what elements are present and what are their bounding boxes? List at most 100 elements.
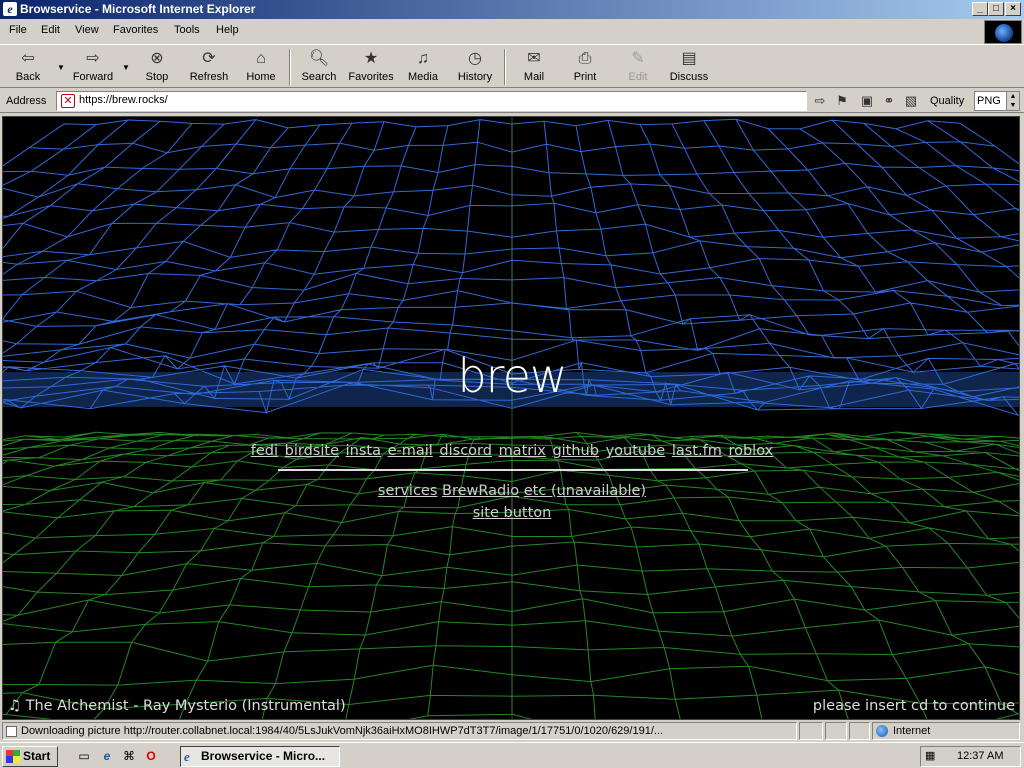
minimize-button[interactable]: _: [972, 2, 988, 16]
media-button[interactable]: ♫ Media: [406, 47, 440, 87]
start-label: Start: [23, 749, 51, 763]
quicklaunch-network-icon[interactable]: ⌘: [121, 748, 137, 764]
task-browservice[interactable]: e Browservice - Micro...: [180, 746, 340, 767]
discuss-button[interactable]: ▤ Discuss: [669, 47, 709, 87]
link-youtube[interactable]: youtube: [606, 443, 666, 459]
favorites-folder-icon: ★: [363, 50, 379, 67]
maximize-button[interactable]: □: [988, 2, 1004, 16]
link-discord[interactable]: discord: [439, 443, 492, 459]
menu-file[interactable]: File: [9, 24, 27, 36]
link-insta[interactable]: insta: [346, 443, 381, 459]
taskbar: Start ▭ e ⌘ O e Browservice - Micro... ▦…: [0, 742, 1024, 768]
link-birdsite[interactable]: birdsite: [285, 443, 339, 459]
menu-favorites[interactable]: Favorites: [113, 24, 158, 36]
search-icon: 🔍︎: [308, 50, 330, 67]
mail-icon: ✉: [527, 50, 541, 67]
link-brewradio[interactable]: BrewRadio: [442, 483, 519, 499]
window-title: Browservice - Microsoft Internet Explore…: [20, 2, 256, 16]
bookmark-icon[interactable]: ⚑: [833, 93, 851, 109]
spinner-icon[interactable]: ▲ ▼: [1006, 92, 1019, 110]
toolbar-separator: [504, 49, 506, 85]
link-fedi[interactable]: fedi: [251, 443, 278, 459]
address-url: https://brew.rocks/: [79, 94, 168, 106]
link-roblox[interactable]: roblox: [728, 443, 773, 459]
status-bar: Downloading picture http://router.collab…: [0, 721, 1024, 741]
menu-edit[interactable]: Edit: [41, 24, 60, 36]
quicklaunch-desktop-icon[interactable]: ▭: [76, 748, 92, 764]
link-site-button[interactable]: site button: [473, 505, 552, 521]
address-input[interactable]: ✕ https://brew.rocks/: [56, 91, 807, 111]
forward-arrow-icon: ⇨: [86, 50, 100, 67]
close-button[interactable]: ×: [1005, 2, 1021, 16]
quality-select[interactable]: PNG ▲ ▼: [974, 91, 1020, 111]
search-button[interactable]: 🔍︎ Search: [300, 47, 338, 87]
ie-throbber-logo: [984, 20, 1022, 44]
ie-icon: e: [3, 2, 17, 16]
status-cell: [849, 722, 870, 740]
stop-icon: ⊗: [150, 50, 164, 67]
zone-label: Internet: [893, 725, 931, 737]
clock: 12:37 AM: [957, 750, 1004, 762]
history-button[interactable]: ◷ History: [456, 47, 494, 87]
back-dropdown-icon[interactable]: ▼: [57, 63, 65, 72]
address-label: Address: [6, 95, 47, 107]
edit-button[interactable]: ✎ Edit: [623, 47, 653, 87]
menu-view[interactable]: View: [75, 24, 99, 36]
now-playing-text: The Alchemist - Ray Mysterio (Instrument…: [25, 698, 346, 714]
security-zone: Internet: [872, 722, 1020, 740]
music-note-icon: ♫: [8, 698, 21, 714]
forward-button[interactable]: ⇨ Forward: [70, 47, 116, 87]
divider: [278, 469, 748, 471]
favorites-button[interactable]: ★ Favorites: [346, 47, 396, 87]
mail-button[interactable]: ✉ Mail: [516, 47, 552, 87]
globe-icon: [995, 24, 1013, 42]
link-services[interactable]: services: [378, 483, 438, 499]
link-etc[interactable]: etc (unavailable): [524, 483, 646, 499]
page-favicon-icon: ✕: [61, 94, 75, 108]
print-button[interactable]: ⎙ Print: [570, 47, 600, 87]
home-icon: ⌂: [256, 50, 266, 67]
page-icon[interactable]: ▣: [858, 93, 876, 109]
internet-globe-icon: [876, 725, 888, 737]
windows-logo-icon: [6, 750, 20, 763]
find-icon[interactable]: ⚭: [880, 93, 898, 109]
insert-cd-text: please insert cd to continue: [812, 698, 1015, 714]
quicklaunch-opera-icon[interactable]: O: [143, 748, 159, 764]
wireframe-landscape: [3, 117, 1019, 719]
standard-toolbar: ⇦ Back ▼ ⇨ Forward ▼ ⊗ Stop ⟳ Refresh ⌂ Home …: [0, 44, 1024, 88]
now-playing: ♫ The Alchemist - Ray Mysterio (Instrume…: [8, 698, 346, 714]
link-github[interactable]: github: [552, 443, 599, 459]
social-links: fedi birdsite insta e-mail discord matri…: [3, 443, 1019, 459]
ie-icon: e: [184, 749, 190, 764]
stop-button[interactable]: ⊗ Stop: [142, 47, 172, 87]
menu-bar: File Edit View Favorites Tools Help: [0, 21, 980, 41]
refresh-button[interactable]: ⟳ Refresh: [188, 47, 230, 87]
home-button[interactable]: ⌂ Home: [244, 47, 278, 87]
status-text: Downloading picture http://router.collab…: [21, 725, 664, 737]
history-icon: ◷: [468, 50, 482, 67]
edit-icon: ✎: [631, 50, 645, 67]
forward-dropdown-icon[interactable]: ▼: [122, 63, 130, 72]
start-button[interactable]: Start: [2, 746, 58, 767]
link-lastfm[interactable]: last.fm: [672, 443, 722, 459]
title-bar: e Browservice - Microsoft Internet Explo…: [0, 0, 1024, 19]
status-cell: [799, 722, 823, 740]
page-viewport: brew fedi birdsite insta e-mail discord …: [2, 116, 1020, 720]
status-message: Downloading picture http://router.collab…: [2, 722, 797, 740]
menu-help[interactable]: Help: [216, 24, 239, 36]
clipboard-icon[interactable]: ▧: [902, 93, 920, 109]
menu-tools[interactable]: Tools: [174, 24, 200, 36]
quality-label: Quality: [930, 95, 965, 107]
back-button[interactable]: ⇦ Back: [10, 47, 46, 87]
refresh-icon: ⟳: [202, 50, 216, 67]
quicklaunch-ie-icon[interactable]: e: [99, 748, 115, 764]
go-arrow-icon[interactable]: ⇨: [811, 93, 829, 109]
page-loading-icon: [6, 726, 17, 737]
status-cell: [825, 722, 847, 740]
secondary-links: services BrewRadio etc (unavailable): [3, 483, 1019, 499]
link-matrix[interactable]: matrix: [499, 443, 546, 459]
discuss-icon: ▤: [681, 50, 697, 67]
link-email[interactable]: e-mail: [388, 443, 433, 459]
network-tray-icon[interactable]: ▦: [925, 749, 941, 764]
page-heading: brew: [457, 349, 567, 403]
